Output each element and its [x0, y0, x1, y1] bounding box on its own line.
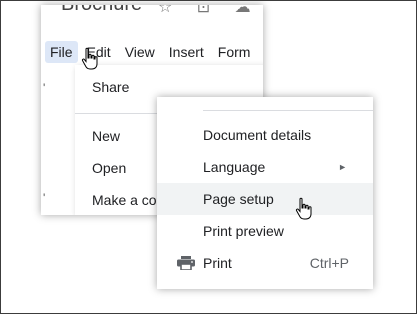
edge-mark-left-top: ' — [43, 81, 46, 95]
file-menu-share[interactable]: Share — [92, 79, 129, 95]
menu-file[interactable]: File — [45, 41, 78, 63]
menu-item-label: Print preview — [203, 223, 284, 239]
menu-item-document-details[interactable]: Document details — [157, 119, 373, 151]
menu-view[interactable]: View — [120, 41, 160, 63]
hand-cursor-icon — [81, 47, 98, 70]
hand-cursor-icon — [295, 197, 312, 220]
file-menu-new[interactable]: New — [92, 128, 120, 144]
menu-bar: File Edit View Insert Form — [41, 39, 263, 65]
menu-item-label: Page setup — [203, 191, 274, 207]
submenu-arrow-icon: ► — [338, 162, 347, 172]
screenshot-frame: Brochure ☆ ⊡ ☁ File Edit View Insert For… — [0, 0, 417, 314]
title-icons: ☆ ⊡ ☁ — [158, 5, 261, 16]
file-menu-make-a-copy[interactable]: Make a co — [92, 192, 157, 208]
menu-insert[interactable]: Insert — [164, 41, 209, 63]
menu-item-label: Language — [203, 159, 266, 175]
edge-mark-left-bottom: ' — [43, 191, 46, 205]
file-submenu: Document details Language ► Page setup P… — [157, 97, 373, 289]
printer-icon — [177, 256, 195, 270]
menu-item-language[interactable]: Language ► — [157, 151, 373, 183]
menu-item-shortcut: Ctrl+P — [309, 255, 349, 271]
submenu-divider — [203, 110, 373, 111]
menu-item-page-setup[interactable]: Page setup — [157, 183, 373, 215]
menu-item-label: Document details — [203, 127, 312, 143]
file-menu-open[interactable]: Open — [92, 160, 126, 176]
document-title[interactable]: Brochure — [61, 5, 142, 16]
menu-item-label: Print — [203, 255, 232, 271]
menu-item-print[interactable]: Print Ctrl+P — [157, 247, 373, 279]
menu-format[interactable]: Form — [213, 41, 256, 63]
menu-item-print-preview[interactable]: Print preview — [157, 215, 373, 247]
